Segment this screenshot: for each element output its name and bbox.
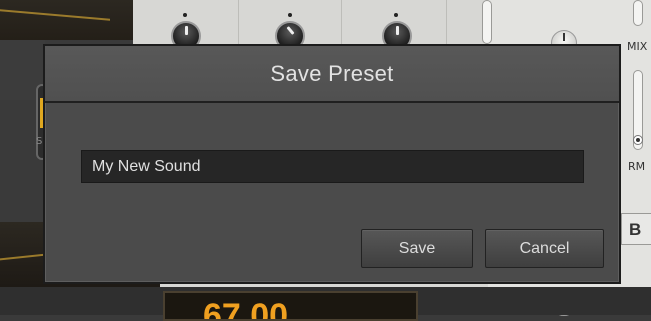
mix-slider-track — [633, 70, 643, 150]
rm-label: RM — [628, 160, 646, 173]
background-envelope-display-top — [0, 0, 135, 40]
preset-name-input[interactable] — [81, 150, 584, 183]
knob-indicator-dot — [288, 13, 292, 17]
envelope-curve — [0, 9, 110, 35]
background-slider-track — [633, 0, 643, 26]
knob-indicator-dot — [183, 13, 187, 17]
dialog-title: Save Preset — [270, 60, 394, 86]
dialog-header: Save Preset — [45, 46, 619, 103]
mix-label: MIX — [627, 40, 648, 53]
save-preset-dialog: Save Preset Save Cancel — [43, 44, 621, 284]
save-button[interactable]: Save — [361, 229, 473, 268]
knob-indicator-dot — [394, 13, 398, 17]
background-divider-track — [482, 0, 492, 44]
b-button[interactable]: B — [621, 213, 651, 245]
lcd-display: 67.00 — [163, 291, 418, 321]
cancel-button[interactable]: Cancel — [485, 229, 604, 268]
background-label-s: S — [36, 136, 43, 147]
background-left-panel: S — [0, 40, 48, 160]
